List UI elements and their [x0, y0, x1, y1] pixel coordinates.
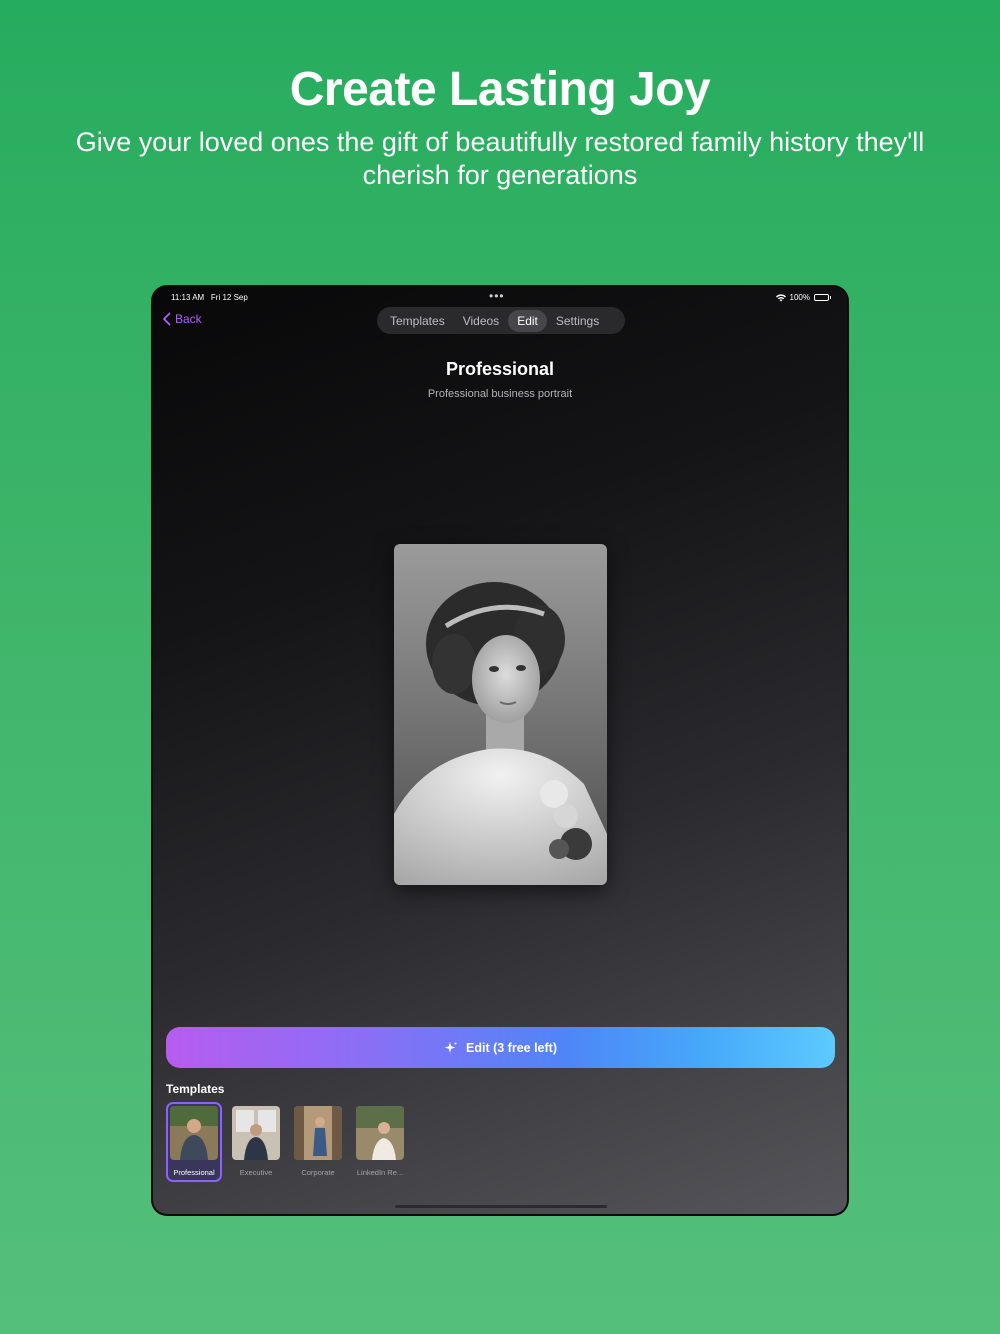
battery-percent: 100%	[789, 293, 810, 302]
status-time: 11:13 AM Fri 12 Sep	[171, 293, 248, 302]
status-indicators: 100%	[775, 293, 831, 302]
marketing-subheadline: Give your loved ones the gift of beautif…	[75, 127, 925, 190]
sparkle-icon	[444, 1041, 457, 1053]
template-card-corporate[interactable]: Corporate	[290, 1102, 346, 1182]
multitasking-dots-icon[interactable]: •••	[489, 289, 505, 303]
tab-settings[interactable]: Settings	[547, 310, 608, 332]
template-name: Corporate	[301, 1168, 335, 1177]
template-name: Executive	[239, 1168, 273, 1177]
chevron-left-icon	[163, 312, 171, 326]
templates-strip: Professional Executive Corporate LinkedI…	[166, 1102, 408, 1182]
home-indicator[interactable]	[395, 1205, 607, 1208]
template-name: LinkedIn Re...	[356, 1168, 404, 1177]
segmented-tab-control: Templates Videos Edit Settings	[377, 307, 625, 334]
back-button[interactable]: Back	[162, 312, 202, 326]
template-thumbnail	[356, 1106, 404, 1160]
status-date: Fri 12 Sep	[210, 293, 248, 302]
tab-videos[interactable]: Videos	[454, 310, 508, 332]
tab-edit[interactable]: Edit	[508, 309, 547, 332]
template-thumbnail	[232, 1106, 280, 1160]
template-thumbnail	[170, 1106, 218, 1160]
status-clock: 11:13 AM	[171, 293, 205, 302]
template-card-executive[interactable]: Executive	[228, 1102, 284, 1182]
edit-button-label: Edit (3 free left)	[466, 1040, 557, 1055]
template-thumbnail	[294, 1106, 342, 1160]
template-card-professional[interactable]: Professional	[166, 1102, 222, 1182]
templates-section-label: Templates	[166, 1082, 225, 1096]
status-bar: 11:13 AM Fri 12 Sep ••• 100%	[153, 289, 847, 305]
template-card-linkedin[interactable]: LinkedIn Re...	[352, 1102, 408, 1182]
tab-templates[interactable]: Templates	[381, 310, 454, 332]
wifi-icon	[775, 293, 786, 301]
template-description: Professional business portrait	[427, 388, 573, 400]
tablet-frame: 11:13 AM Fri 12 Sep ••• 100% Back Templa…	[151, 285, 849, 1216]
edit-button[interactable]: Edit (3 free left)	[166, 1027, 835, 1068]
template-title: Professional	[445, 359, 555, 379]
app-screen: 11:13 AM Fri 12 Sep ••• 100% Back Templa…	[153, 287, 847, 1214]
marketing-headline: Create Lasting Joy	[289, 63, 711, 116]
template-name: Professional	[173, 1168, 215, 1177]
back-label: Back	[175, 312, 202, 326]
battery-icon	[814, 294, 831, 301]
vintage-portrait-image	[394, 544, 607, 885]
